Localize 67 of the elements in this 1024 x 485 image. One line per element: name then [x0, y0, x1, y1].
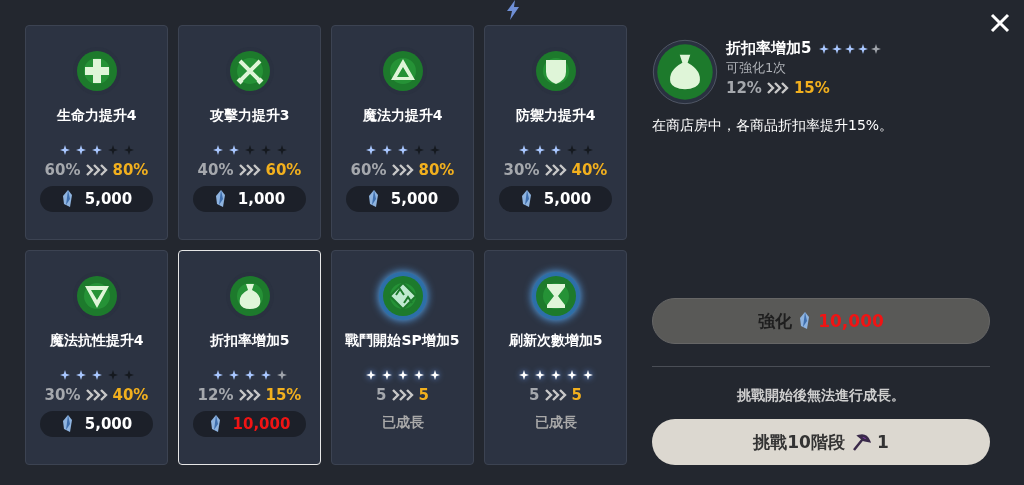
next-value: 40% [571, 161, 608, 179]
skill-name: 戰鬥開始SP增加5 [345, 332, 460, 350]
pickaxe-icon [850, 432, 871, 452]
cost-amount: 10,000 [232, 415, 291, 433]
skill-name: 防禦力提升4 [515, 107, 596, 125]
chevrons-icon [85, 164, 108, 176]
skill-name: 魔法抗性提升4 [49, 332, 144, 350]
next-value: 15% [793, 79, 830, 97]
status-label: 已成長 [534, 414, 577, 432]
skill-name: 生命力提升4 [56, 107, 137, 125]
current-value: 12% [197, 386, 234, 404]
skill-card[interactable]: 刷新次數增加5 5 5 已成長 [484, 250, 627, 465]
skill-name: 刷新次數增加5 [508, 332, 603, 350]
current-value: 60% [44, 161, 81, 179]
next-value: 40% [112, 386, 149, 404]
chevrons-icon [391, 389, 414, 401]
skill-card[interactable]: 防禦力提升4 30% 40% 5,000 [484, 25, 627, 240]
chevrons-icon [85, 389, 108, 401]
crystal-icon [60, 190, 75, 208]
close-icon[interactable] [990, 13, 1010, 33]
skill-name: 攻擊力提升3 [209, 107, 290, 125]
notice-text: 挑戰開始後無法進行成長。 [736, 387, 906, 405]
next-value: 80% [418, 161, 455, 179]
current-value: 30% [503, 161, 540, 179]
current-value: 40% [197, 161, 234, 179]
crystal-icon [208, 415, 223, 433]
hourglass-icon [530, 271, 581, 321]
crystal-icon [366, 190, 381, 208]
next-value: 5 [571, 386, 582, 404]
chevrons-icon [544, 164, 567, 176]
skill-card[interactable]: 生命力提升4 60% 80% 5,000 [25, 25, 168, 240]
chevrons-icon [391, 164, 414, 176]
next-value: 15% [265, 386, 302, 404]
crystal-icon [519, 190, 534, 208]
skill-card[interactable]: 魔法力提升4 60% 80% 5,000 [331, 25, 474, 240]
cost-amount: 5,000 [84, 415, 133, 433]
skill-card[interactable]: 攻擊力提升3 40% 60% 1,000 [178, 25, 321, 240]
skill-name: 魔法力提升4 [362, 107, 443, 125]
cost-amount: 5,000 [543, 190, 592, 208]
current-value: 5 [529, 386, 540, 404]
current-value: 30% [44, 386, 81, 404]
next-value: 5 [418, 386, 429, 404]
skill-name: 折扣率增加5 [209, 332, 290, 350]
challenge-button[interactable]: 挑戰10階段 1 [652, 419, 990, 465]
next-value: 60% [265, 161, 302, 179]
skill-card[interactable]: 折扣率增加5 12% 15% 10,000 [178, 250, 321, 465]
cost-amount: 5,000 [84, 190, 133, 208]
enhance-count: 可強化1次 [726, 59, 788, 77]
chevrons-icon [238, 164, 261, 176]
sack-icon [652, 39, 718, 105]
current-value: 5 [376, 386, 387, 404]
detail-title: 折扣率增加5 [726, 39, 812, 58]
crystal-icon [60, 415, 75, 433]
chevrons-icon [238, 389, 261, 401]
cost-amount: 5,000 [390, 190, 439, 208]
status-label: 已成長 [381, 414, 424, 432]
next-value: 80% [112, 161, 149, 179]
skill-description: 在商店房中，各商品折扣率提升15%。 [652, 117, 895, 135]
cost-amount: 10,000 [818, 311, 884, 331]
chevrons-icon [766, 82, 789, 94]
current-value: 12% [726, 79, 762, 97]
chevrons-icon [544, 389, 567, 401]
crystal-icon [213, 190, 228, 208]
skill-card[interactable]: 戰鬥開始SP增加5 5 5 已成長 [331, 250, 474, 465]
skill-card[interactable]: 魔法抗性提升4 30% 40% 5,000 [25, 250, 168, 465]
current-value: 60% [350, 161, 387, 179]
cost-amount: 1,000 [237, 190, 286, 208]
